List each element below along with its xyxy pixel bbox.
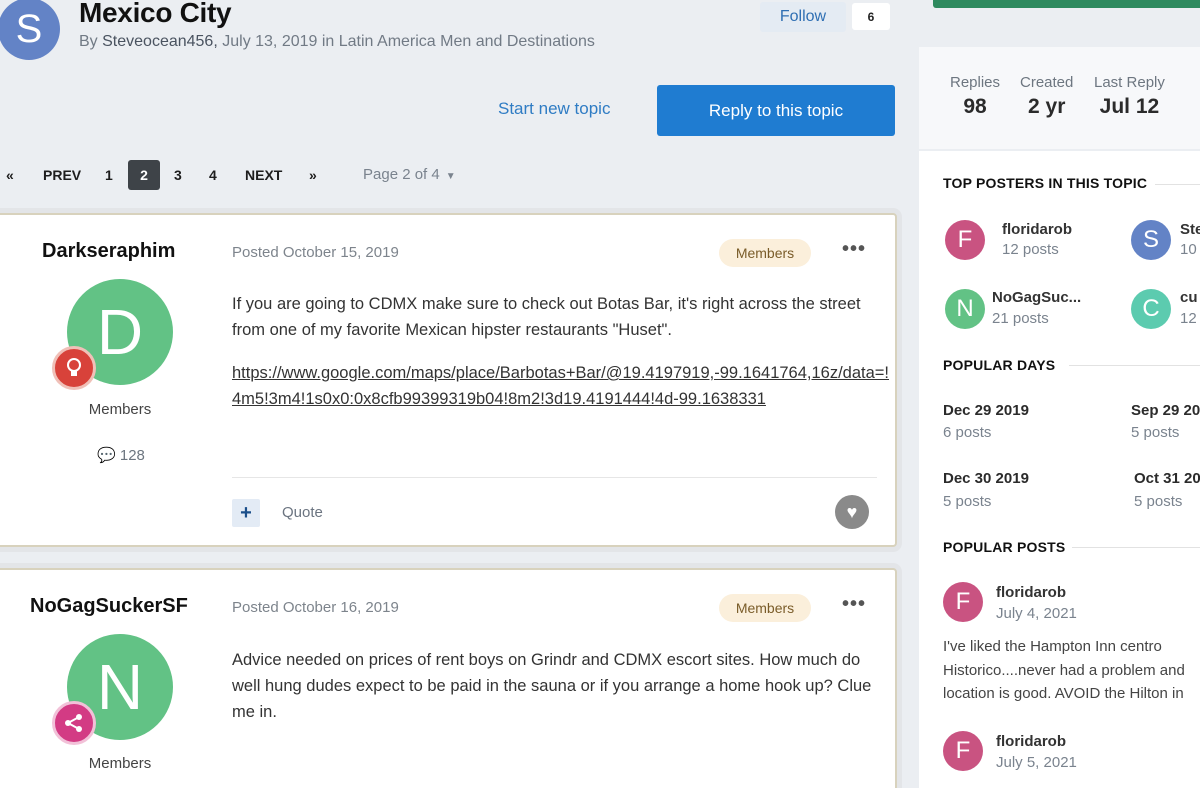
popular-days-heading: POPULAR DAYS: [943, 357, 1056, 373]
status-badge: Members: [719, 239, 811, 267]
popular-day-date[interactable]: Sep 29 20: [1131, 402, 1200, 419]
post-username[interactable]: Darkseraphim: [42, 240, 175, 263]
poster-name[interactable]: floridarob: [996, 733, 1066, 750]
follow-button[interactable]: Follow: [760, 2, 846, 32]
popular-day-date[interactable]: Dec 30 2019: [943, 470, 1029, 487]
poster-name[interactable]: cu: [1180, 289, 1198, 306]
avatar[interactable]: S: [1131, 220, 1171, 260]
popular-day-count: 5 posts: [943, 493, 992, 510]
popular-posts-heading: POPULAR POSTS: [943, 539, 1066, 555]
popular-post-text[interactable]: I've liked the Hampton Inn centro Histor…: [943, 635, 1200, 706]
speech-bubble-icon: 💬: [97, 447, 116, 464]
poster-name[interactable]: floridarob: [996, 584, 1066, 601]
topic-meta: By Steveocean456, July 13, 2019 in Latin…: [79, 33, 595, 51]
stat-label: Replies: [950, 74, 1001, 91]
next-button[interactable]: NEXT: [245, 160, 282, 190]
by-label: By: [79, 33, 98, 50]
follow-count[interactable]: 6: [852, 3, 890, 30]
poster-count: 12 posts: [1002, 241, 1059, 258]
poster-count: 12: [1180, 310, 1197, 327]
post-content: If you are going to CDMX make sure to ch…: [232, 295, 861, 339]
sidebar-panel: TOP POSTERS IN THIS TOPIC F floridarob 1…: [919, 151, 1200, 788]
post-username[interactable]: NoGagSuckerSF: [30, 595, 188, 618]
popular-day-count: 5 posts: [1131, 424, 1180, 441]
popular-post-date: July 5, 2021: [996, 754, 1077, 771]
post-count-value: 128: [119, 447, 145, 464]
sidebar-action-bar[interactable]: [933, 0, 1200, 8]
post-content: Advice needed on prices of rent boys on …: [232, 651, 872, 721]
status-badge: Members: [719, 594, 811, 622]
divider: [232, 477, 877, 478]
stat-created: Created 2 yr: [1020, 74, 1073, 119]
page-info-label: Page 2 of 4: [363, 166, 440, 183]
group-label: Members: [88, 401, 152, 418]
avatar[interactable]: F: [943, 582, 983, 622]
post-card: Darkseraphim D Members 💬 128 Posted Octo…: [0, 213, 897, 547]
quote-button[interactable]: Quote: [282, 504, 323, 521]
posted-date[interactable]: Posted October 16, 2019: [232, 599, 399, 616]
lightbulb-badge-icon: [52, 346, 96, 390]
poster-name[interactable]: floridarob: [1002, 221, 1072, 238]
share-badge-icon: [52, 701, 96, 745]
stat-label: Created: [1020, 74, 1074, 91]
multiquote-button[interactable]: +: [232, 499, 260, 527]
divider: [1069, 365, 1200, 366]
popular-day-count: 6 posts: [943, 424, 992, 441]
first-page-button[interactable]: «: [6, 160, 14, 190]
poster-name[interactable]: Ste: [1180, 221, 1200, 238]
page-3-button[interactable]: 3: [174, 160, 182, 190]
reply-to-topic-button[interactable]: Reply to this topic: [657, 85, 895, 136]
stat-last-reply[interactable]: Last Reply Jul 12: [1094, 74, 1165, 119]
stat-value: Jul 12: [1099, 95, 1160, 118]
page-1-button[interactable]: 1: [105, 160, 113, 190]
popular-day-date[interactable]: Dec 29 2019: [943, 402, 1029, 419]
last-page-button[interactable]: »: [309, 160, 317, 190]
stat-value: 2 yr: [1028, 95, 1066, 118]
stat-value: 98: [963, 95, 987, 118]
start-new-topic-link[interactable]: Start new topic: [498, 99, 610, 119]
topic-meta-text[interactable]: July 13, 2019 in Latin America Men and D…: [222, 33, 595, 50]
topic-author-link[interactable]: Steveocean456,: [102, 33, 218, 50]
avatar[interactable]: N: [945, 289, 985, 329]
heart-icon[interactable]: ♥: [835, 495, 869, 529]
topic-stats: Replies 98 Created 2 yr Last Reply Jul 1…: [919, 47, 1200, 149]
page-title: Mexico City: [79, 0, 232, 28]
stat-label: Last Reply: [1094, 74, 1165, 91]
posted-date[interactable]: Posted October 15, 2019: [232, 244, 399, 261]
avatar[interactable]: F: [945, 220, 985, 260]
page-jump-dropdown[interactable]: Page 2 of 4 ▼: [363, 160, 456, 190]
group-label: Members: [88, 755, 152, 772]
page-2-button[interactable]: 2: [128, 160, 160, 190]
post-card: NoGagSuckerSF N Members Posted October 1…: [0, 568, 897, 788]
more-options-icon[interactable]: •••: [842, 593, 866, 616]
page-4-button[interactable]: 4: [209, 160, 217, 190]
avatar[interactable]: C: [1131, 289, 1171, 329]
popular-post-date: July 4, 2021: [996, 605, 1077, 622]
popular-day-count: 5 posts: [1134, 493, 1183, 510]
poster-name[interactable]: NoGagSuc...: [992, 289, 1081, 306]
top-posters-heading: TOP POSTERS IN THIS TOPIC: [943, 175, 1148, 191]
prev-button[interactable]: PREV: [43, 160, 81, 190]
poster-count: 10: [1180, 241, 1197, 258]
caret-down-icon: ▼: [445, 171, 456, 182]
more-options-icon[interactable]: •••: [842, 238, 866, 261]
divider: [1072, 547, 1200, 548]
post-count[interactable]: 💬 128: [97, 446, 145, 464]
topic-author-avatar[interactable]: S: [0, 0, 60, 60]
post-link[interactable]: https://www.google.com/maps/place/Barbot…: [232, 360, 892, 412]
popular-day-date[interactable]: Oct 31 20: [1134, 470, 1200, 487]
avatar[interactable]: F: [943, 731, 983, 771]
poster-count: 21 posts: [992, 310, 1049, 327]
divider: [1155, 184, 1200, 185]
stat-replies: Replies 98: [950, 74, 1000, 119]
